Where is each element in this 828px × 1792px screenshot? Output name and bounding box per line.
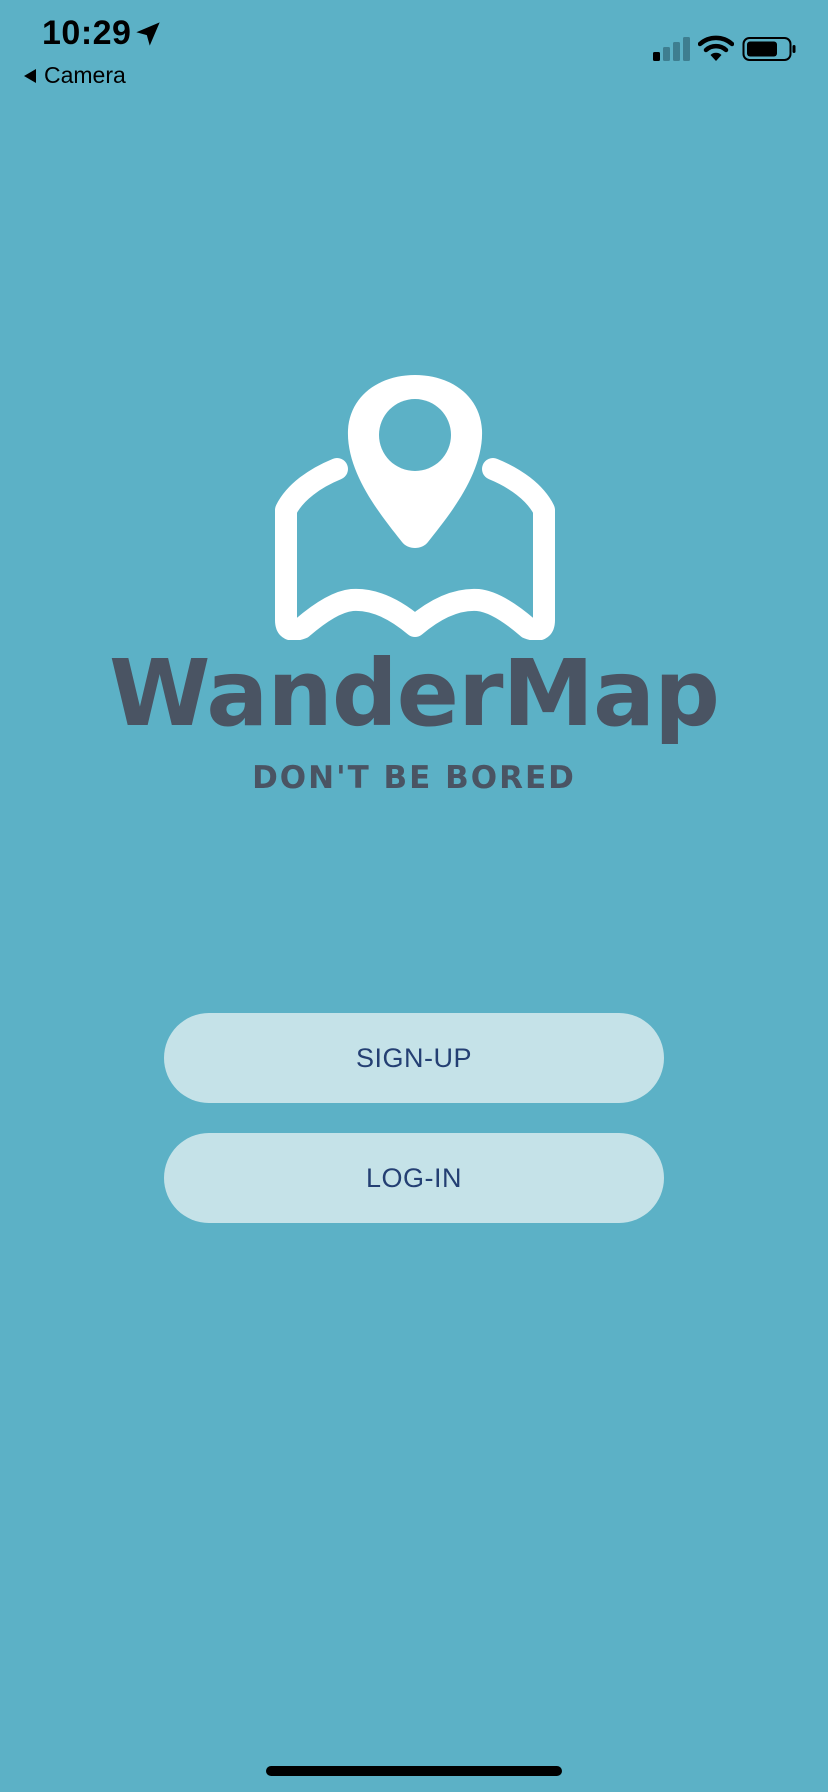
wifi-icon [698,35,734,61]
battery-icon [742,37,796,61]
signup-button[interactable]: SIGN-UP [164,1013,664,1103]
home-indicator[interactable] [266,1766,562,1776]
back-app-label: Camera [44,62,126,88]
welcome-screen: 10:29 Camera WanderMap DON'T BE BORED SI… [0,0,828,1792]
login-button[interactable]: LOG-IN [164,1133,664,1223]
brand-name: WanderMap [109,640,720,747]
map-pin-logo-icon [275,375,555,640]
brand-tagline: DON'T BE BORED [252,760,576,796]
cellular-signal-icon [653,37,690,61]
back-to-app-button[interactable]: Camera [24,62,126,89]
status-time: 10:29 [42,14,132,52]
location-arrow-icon [136,22,160,46]
back-arrow-icon [24,68,36,83]
